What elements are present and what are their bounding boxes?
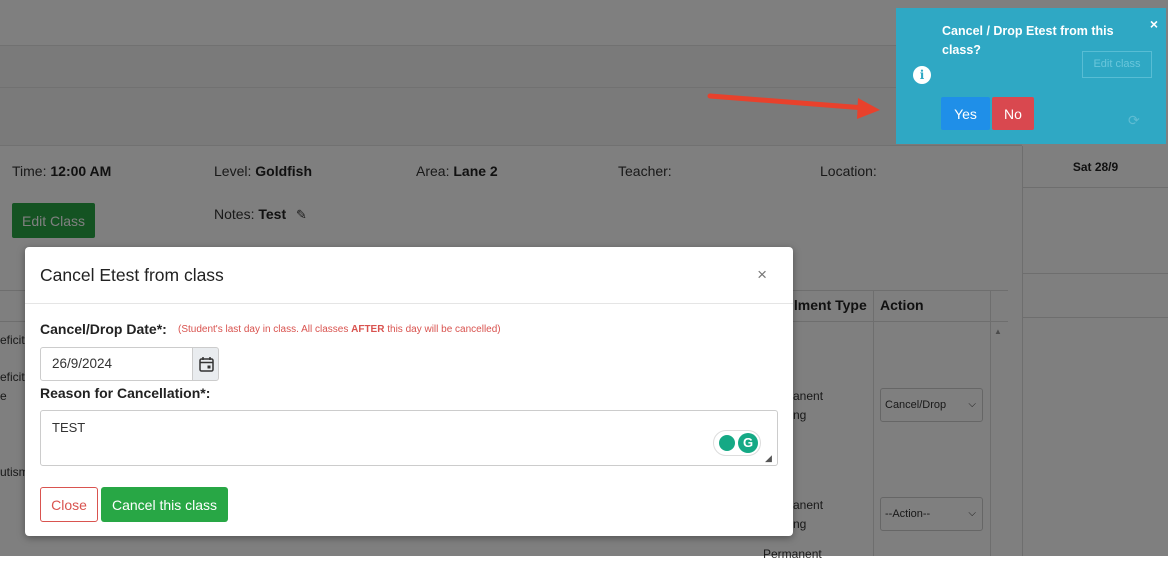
confirm-popover: Edit class × Cancel / Drop Etest from th…	[896, 8, 1166, 144]
yes-button[interactable]: Yes	[941, 97, 990, 130]
close-icon[interactable]: ×	[757, 265, 767, 285]
close-button[interactable]: Close	[40, 487, 98, 522]
cancel-date-hint: (Student's last day in class. All classe…	[178, 324, 501, 335]
hint-text: this day will be cancelled)	[384, 324, 501, 335]
red-arrow-annotation	[707, 93, 880, 119]
calendar-icon	[199, 357, 214, 372]
modal-header: Cancel Etest from class ×	[25, 247, 793, 304]
hint-bold: AFTER	[351, 324, 385, 335]
grammarly-widget[interactable]: G	[713, 430, 761, 456]
refresh-icon: ⟳	[1128, 112, 1140, 128]
resize-handle-icon[interactable]: ◢	[765, 453, 772, 464]
grammarly-icon[interactable]: G	[738, 433, 758, 453]
info-icon: i	[913, 66, 931, 84]
cancel-date-field[interactable]: 26/9/2024	[40, 347, 193, 381]
hint-text: (Student's last day in class. All classe…	[178, 324, 352, 335]
modal-title: Cancel Etest from class	[40, 265, 224, 285]
popover-title: Cancel / Drop Etest from this class?	[942, 24, 1114, 57]
cancel-class-button[interactable]: Cancel this class	[101, 487, 228, 522]
cancel-date-label: Cancel/Drop Date*:	[40, 321, 167, 337]
cancel-class-modal: Cancel Etest from class × Cancel/Drop Da…	[25, 247, 793, 536]
close-icon[interactable]: ×	[1150, 16, 1158, 32]
no-button[interactable]: No	[992, 97, 1034, 130]
calendar-button[interactable]	[192, 347, 219, 381]
reason-label: Reason for Cancellation*:	[40, 385, 211, 401]
reason-textarea[interactable]: TEST	[40, 410, 778, 466]
lightbulb-icon[interactable]	[719, 435, 735, 451]
